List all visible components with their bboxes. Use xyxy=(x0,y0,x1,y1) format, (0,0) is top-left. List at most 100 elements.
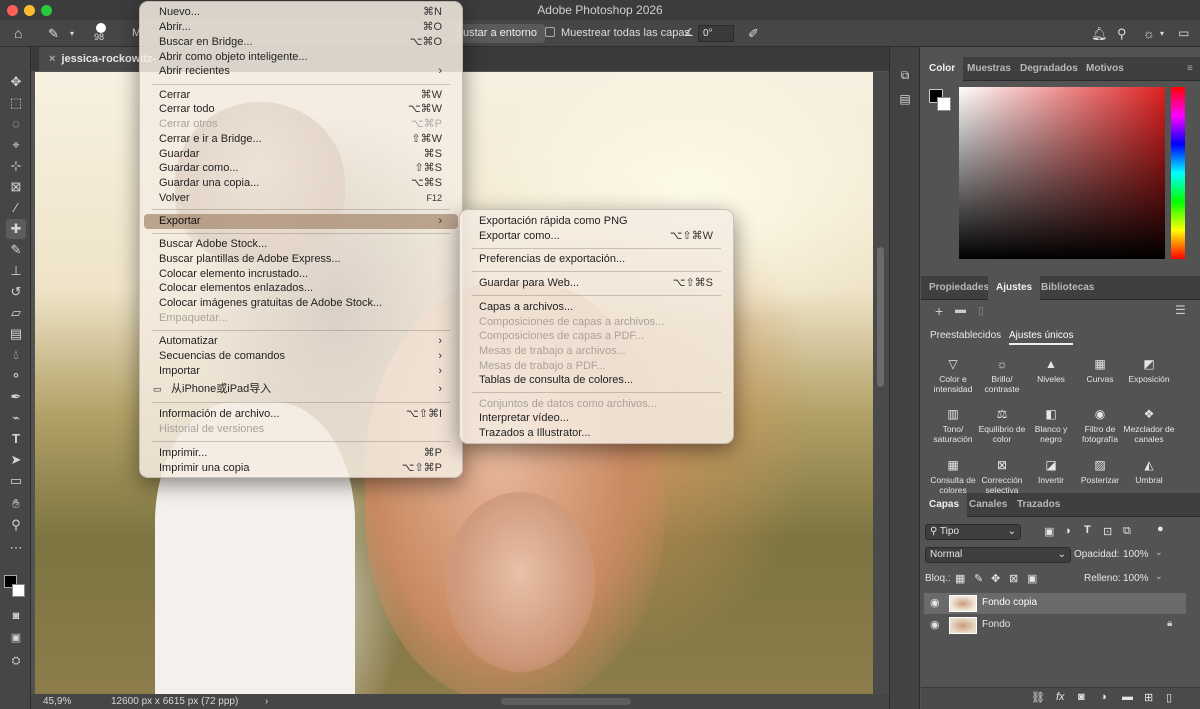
marquee-tool-icon[interactable]: ⬚ xyxy=(6,93,26,113)
menu-item-nuevo[interactable]: Nuevo... ⌘N xyxy=(140,5,462,20)
adjustment-umbral[interactable]: ◭ Umbral xyxy=(1123,458,1175,485)
chevron-down-icon[interactable]: ⌄ xyxy=(1155,547,1163,558)
brush-tool-icon[interactable]: ✎ xyxy=(6,240,26,260)
lock-transparency-icon[interactable]: ▦ xyxy=(955,572,965,585)
filter-smart-icon[interactable]: ⧉ xyxy=(1123,525,1131,538)
adjustment-mezclador-canales[interactable]: ❖ Mezclador de canales xyxy=(1123,407,1175,444)
lock-pixels-icon[interactable]: ✎ xyxy=(974,572,983,585)
menu-item-imprimir-copia[interactable]: Imprimir una copia ⌥⇧⌘P xyxy=(140,461,462,476)
menu-item-colocar-enlazados[interactable]: Colocar elementos enlazados... xyxy=(140,281,462,296)
zoom-level[interactable]: 45,9% xyxy=(43,694,71,709)
adjustment-consulta-colores[interactable]: ▦ Consulta de colores xyxy=(927,458,979,493)
new-layer-icon[interactable]: ⊞ xyxy=(1144,691,1153,704)
bell-icon[interactable]: 🔔︎ xyxy=(1091,20,1108,47)
adjustment-invertir[interactable]: ◪ Invertir xyxy=(1025,458,1077,485)
menu-item-automatizar[interactable]: Automatizar › xyxy=(140,334,462,349)
background-color-swatch[interactable] xyxy=(12,584,25,597)
sample-all-checkbox[interactable] xyxy=(545,27,555,37)
hue-slider[interactable] xyxy=(1171,87,1185,259)
move-tool-icon[interactable]: ✥ xyxy=(6,72,26,92)
subtab-preestablecidos[interactable]: Preestablecidos xyxy=(930,330,1001,341)
menu-item-cerrar[interactable]: Cerrar ⌘W xyxy=(140,88,462,103)
submenu-item-exportacion-rapida-png[interactable]: Exportación rápida como PNG xyxy=(460,214,733,229)
ajustar-entorno-button[interactable]: ustar a entorno xyxy=(455,24,545,43)
submenu-item-trazados-illustrator[interactable]: Trazados a Illustrator... xyxy=(460,426,733,441)
vertical-scrollbar[interactable] xyxy=(873,72,889,694)
menu-item-buscar-bridge[interactable]: Buscar en Bridge... ⌥⌘O xyxy=(140,35,462,50)
eyedropper-tool-icon[interactable]: ⁄ xyxy=(6,198,26,218)
share-icon[interactable]: ⛭ xyxy=(6,651,26,671)
menu-item-volver[interactable]: Volver F12 xyxy=(140,191,462,206)
folder-icon[interactable]: ▬ xyxy=(955,304,966,316)
subtab-ajustes-unicos[interactable]: Ajustes únicos xyxy=(1009,330,1074,345)
quick-mask-icon[interactable]: ◙ xyxy=(6,606,26,626)
eye-icon[interactable]: ◉ xyxy=(930,596,940,609)
tab-canales[interactable]: Canales xyxy=(961,493,1015,517)
chevron-down-icon[interactable]: ⌄ xyxy=(1155,571,1163,582)
list-view-icon[interactable]: ☰ xyxy=(1175,303,1186,317)
menu-item-cerrar-ir-bridge[interactable]: Cerrar e ir a Bridge... ⇧⌘W xyxy=(140,132,462,147)
menu-item-cerrar-todo[interactable]: Cerrar todo ⌥⌘W xyxy=(140,102,462,117)
lasso-tool-icon[interactable]: ◌ xyxy=(6,114,26,134)
screen-mode-icon[interactable]: ▣ xyxy=(6,628,26,648)
workspace-icon[interactable]: ▭ xyxy=(1178,20,1189,47)
pressure-icon[interactable]: ✐ xyxy=(748,20,759,47)
adjustment-curvas[interactable]: ▦ Curvas xyxy=(1074,357,1126,384)
lock-position-icon[interactable]: ✥ xyxy=(991,572,1000,585)
menu-item-abrir[interactable]: Abrir... ⌘O xyxy=(140,20,462,35)
submenu-item-tablas-consulta-colores[interactable]: Tablas de consulta de colores... xyxy=(460,373,733,388)
adjustment-tono-saturacion[interactable]: ▥ Tono/ saturación xyxy=(927,407,979,444)
filter-pixel-icon[interactable]: ▣ xyxy=(1044,525,1054,538)
submenu-item-preferencias-exportacion[interactable]: Preferencias de exportación... xyxy=(460,252,733,267)
adjustment-brillo-contraste[interactable]: ☼ Brillo/ contraste xyxy=(976,357,1028,394)
panel-menu-icon[interactable]: ≡ xyxy=(1179,57,1200,81)
gradient-tool-icon[interactable]: ▤ xyxy=(6,324,26,344)
layer-row[interactable]: ◉ Fondo 🔒︎ xyxy=(924,615,1186,636)
menu-item-colocar-incrustado[interactable]: Colocar elemento incrustado... xyxy=(140,267,462,282)
horizontal-scrollbar[interactable] xyxy=(501,698,631,705)
blur-tool-icon[interactable]: 💧︎ xyxy=(6,345,26,365)
eraser-tool-icon[interactable]: ▱ xyxy=(6,303,26,323)
tab-muestras[interactable]: Muestras xyxy=(959,57,1019,81)
filter-shape-icon[interactable]: ⊡ xyxy=(1103,525,1112,538)
layer-row[interactable]: ◉ Fondo copia xyxy=(924,593,1186,614)
link-icon[interactable]: ⛓ xyxy=(1031,691,1045,704)
filter-adjustment-icon[interactable]: ◑ xyxy=(1064,525,1071,537)
filter-toggle-icon[interactable]: ● xyxy=(1157,523,1164,535)
close-tab-icon[interactable]: × xyxy=(49,53,55,65)
lock-artboard-icon[interactable]: ⊠ xyxy=(1009,572,1018,585)
angle-input[interactable]: 0° xyxy=(698,25,734,42)
mask-icon[interactable]: ◙ xyxy=(1078,691,1085,703)
folder-icon[interactable]: ▬ xyxy=(1122,691,1133,703)
chevron-down-icon[interactable]: ▾ xyxy=(1160,20,1164,47)
history-panel-icon[interactable]: ⧉ xyxy=(895,65,915,85)
eye-icon[interactable]: ◉ xyxy=(930,618,940,631)
zoom-window-button[interactable] xyxy=(41,5,52,16)
brush-size[interactable]: 98 xyxy=(94,32,104,42)
menu-item-guardar-como[interactable]: Guardar como... ⇧⌘S xyxy=(140,161,462,176)
menu-item-abrir-objeto-inteligente[interactable]: Abrir como objeto inteligente... xyxy=(140,50,462,65)
menu-item-buscar-plantillas[interactable]: Buscar plantillas de Adobe Express... xyxy=(140,252,462,267)
menu-item-guardar[interactable]: Guardar ⌘S xyxy=(140,147,462,162)
chevron-right-icon[interactable]: › xyxy=(265,694,268,709)
stamp-tool-icon[interactable]: ⊥ xyxy=(6,261,26,281)
discover-icon[interactable]: ☼ xyxy=(1143,20,1155,47)
pen-tool-icon[interactable]: ⌁ xyxy=(6,408,26,428)
menu-item-imprimir[interactable]: Imprimir... ⌘P xyxy=(140,446,462,461)
layer-filter-select[interactable]: ⚲ Tipo ⌄ xyxy=(925,524,1021,540)
fx-icon[interactable]: fx xyxy=(1056,691,1065,703)
adjustment-color-intensidad[interactable]: ▽ Color e intensidad xyxy=(927,357,979,394)
adjustment-blanco-negro[interactable]: ◧ Blanco y negro xyxy=(1025,407,1077,444)
adjustment-exposicion[interactable]: ◩ Exposición xyxy=(1123,357,1175,384)
submenu-item-exportar-como[interactable]: Exportar como... ⌥⇧⌘W xyxy=(460,229,733,244)
color-picker-field[interactable] xyxy=(959,87,1165,259)
adjustment-filtro-fotografia[interactable]: ◉ Filtro de fotografía xyxy=(1074,407,1126,444)
frame-tool-icon[interactable]: ⊠ xyxy=(6,177,26,197)
rectangle-tool-icon[interactable]: ▭ xyxy=(6,471,26,491)
add-icon[interactable]: + xyxy=(935,303,943,319)
chevron-down-icon[interactable]: ▾ xyxy=(70,20,74,47)
comments-panel-icon[interactable]: ▤ xyxy=(895,89,915,109)
more-tools-icon[interactable]: ⋯ xyxy=(6,538,26,558)
menu-item-informacion-archivo[interactable]: Información de archivo... ⌥⇧⌘I xyxy=(140,407,462,422)
adjustment-niveles[interactable]: ▲ Niveles xyxy=(1025,357,1077,384)
